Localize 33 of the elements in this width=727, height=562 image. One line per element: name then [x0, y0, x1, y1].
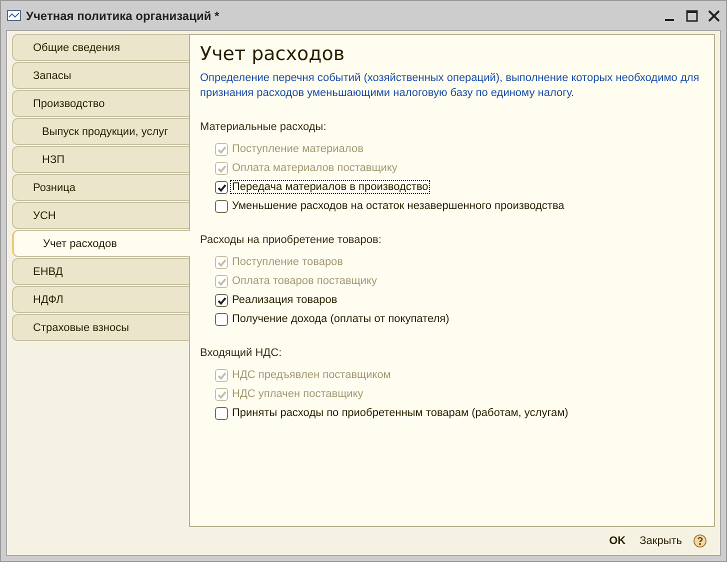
sidebar-tab[interactable]: Учет расходов — [12, 230, 190, 257]
sidebar-tab[interactable]: Запасы — [12, 62, 189, 89]
sidebar-tab[interactable]: Страховые взносы — [12, 314, 189, 341]
sidebar-tab[interactable]: Производство — [12, 90, 189, 117]
group-label: Расходы на приобретение товаров: — [200, 234, 382, 246]
window-title: Учетная политика организаций * — [26, 8, 220, 22]
checkbox[interactable] — [215, 294, 228, 306]
description-text: Определение перечня событий (хозяйственных операций), выполнение которых необходимо для признания расходов уменьшающими налоговую базу по единому налогу. — [200, 71, 700, 101]
window-icon — [7, 10, 21, 21]
checkbox[interactable] — [215, 312, 228, 326]
ok-button[interactable]: OK — [606, 533, 629, 549]
page-heading: Учет расходов — [200, 43, 346, 65]
checkbox-label[interactable]: Приняты расходы по приобретенным товарам (работам, услугам) — [230, 406, 570, 420]
checkbox[interactable] — [215, 180, 228, 194]
checkbox[interactable] — [215, 406, 228, 420]
checkbox[interactable] — [215, 200, 228, 212]
sidebar-tab[interactable]: Розница — [12, 174, 189, 201]
group-label: Материальные расходы: — [200, 121, 328, 133]
sidebar-tab[interactable]: Выпуск продукции, услуг — [12, 118, 189, 145]
maximize-icon[interactable] — [686, 10, 698, 22]
group-label: Входящий НДС: — [200, 347, 283, 359]
help-icon[interactable] — [693, 534, 707, 548]
sidebar-tab[interactable]: НЗП — [12, 146, 189, 173]
close-icon[interactable] — [708, 10, 720, 22]
sidebar-tab[interactable]: ЕНВД — [12, 258, 189, 285]
close-button[interactable]: Закрыть — [636, 533, 685, 549]
sidebar-tab[interactable]: УСН — [12, 202, 189, 229]
checkbox-label[interactable]: Передача материалов в производство — [230, 180, 430, 194]
sidebar-tab[interactable]: Общие сведения — [12, 34, 189, 61]
checkbox-label[interactable]: Получение дохода (оплаты от покупателя) — [230, 312, 452, 326]
checkbox-label[interactable]: Реализация товаров — [230, 293, 340, 307]
checkbox-label[interactable]: Уменьшение расходов на остаток незавершенного производства — [230, 199, 566, 213]
sidebar-tab[interactable]: НДФЛ — [12, 286, 189, 313]
